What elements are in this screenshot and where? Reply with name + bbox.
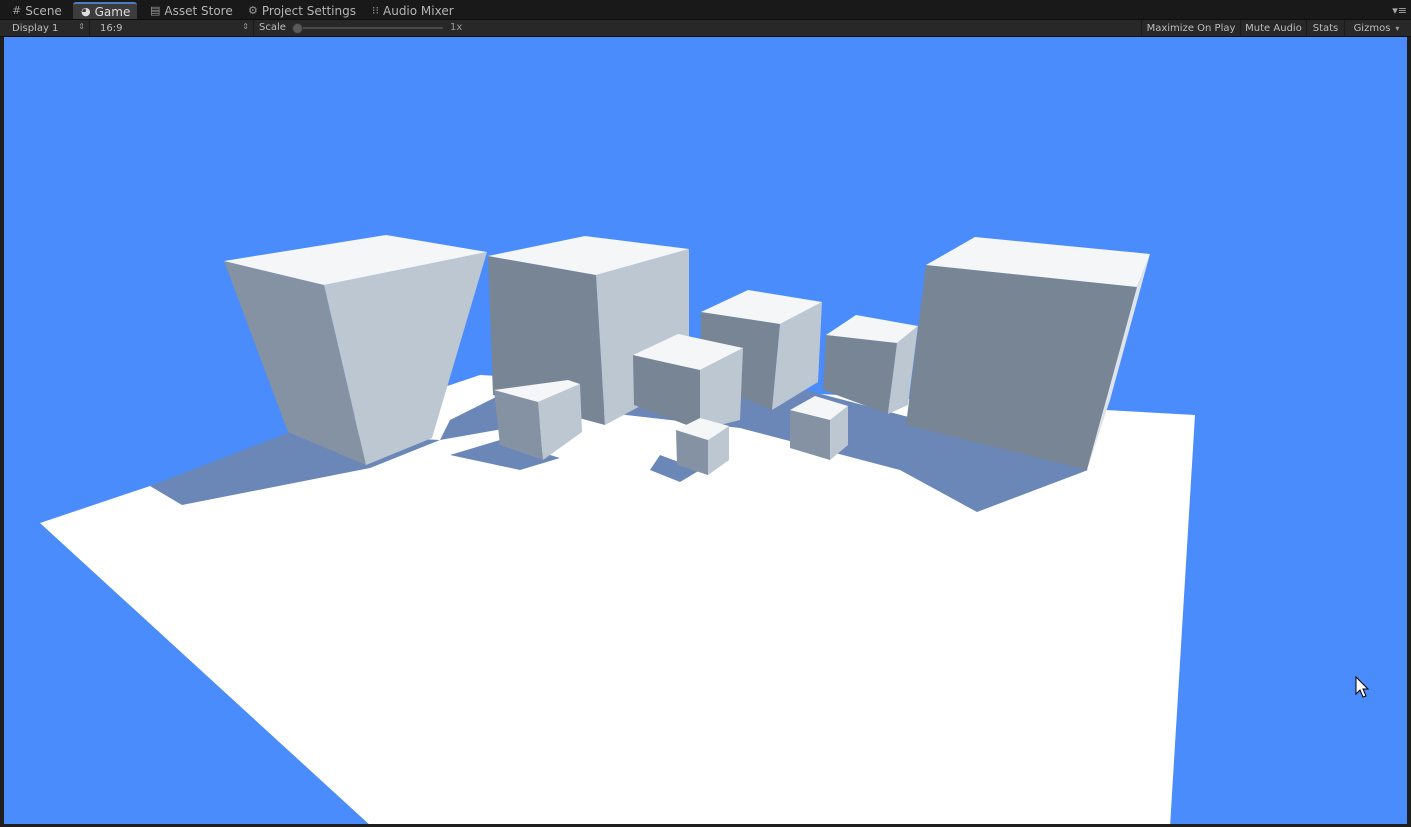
tab-game[interactable]: ◕ Game [73, 2, 137, 19]
mouse-cursor-icon [1355, 675, 1370, 698]
cube-small-right [790, 396, 848, 460]
scale-label: Scale [259, 22, 286, 33]
game-pacman-icon: ◕ [81, 5, 91, 18]
tab-audio-mixer[interactable]: ⁝⁝ Audio Mixer [364, 2, 462, 19]
mixer-sliders-icon: ⁝⁝ [372, 4, 379, 17]
aspect-dropdown[interactable]: 16:9 ⇕ [92, 20, 254, 36]
aspect-dropdown-label: 16:9 [100, 22, 123, 34]
tab-game-label: Game [94, 4, 131, 19]
editor-tab-bar: # Scene ◕ Game ▤ Asset Store ⚙ Project S… [0, 0, 1411, 20]
tab-scene-label: Scene [25, 3, 62, 18]
tab-menu-icon[interactable]: ▾≡ [1392, 4, 1407, 17]
mute-audio-toggle[interactable]: Mute Audio [1240, 20, 1306, 36]
scale-slider-track[interactable] [293, 27, 443, 29]
tab-project-settings[interactable]: ⚙ Project Settings [240, 2, 364, 19]
scale-value: 1x [450, 22, 463, 33]
scene-grid-icon: # [12, 4, 22, 17]
gizmos-label: Gizmos [1353, 22, 1391, 34]
asset-store-bag-icon: ▤ [150, 4, 161, 17]
game-toolbar: Display 1 ⇕ 16:9 ⇕ Scale 1x Maximize On … [0, 20, 1411, 37]
maximize-on-play-toggle[interactable]: Maximize On Play [1141, 20, 1240, 36]
gear-icon: ⚙ [248, 4, 258, 17]
mute-audio-label: Mute Audio [1245, 22, 1302, 34]
tab-scene[interactable]: # Scene [4, 2, 70, 19]
display-dropdown-label: Display 1 [12, 22, 59, 34]
maximize-on-play-label: Maximize On Play [1146, 22, 1236, 34]
dropdown-arrows-icon: ⇕ [242, 22, 249, 31]
game-viewport[interactable] [4, 37, 1407, 824]
tab-asset-store[interactable]: ▤ Asset Store [142, 2, 241, 19]
chevron-down-icon: ▾ [1395, 23, 1400, 33]
dropdown-arrows-icon: ⇕ [78, 22, 85, 31]
scale-slider-knob[interactable] [292, 23, 303, 34]
tab-asset-store-label: Asset Store [164, 3, 233, 18]
stats-label: Stats [1312, 22, 1339, 34]
gizmos-dropdown[interactable]: Gizmos ▾ [1344, 20, 1408, 36]
tab-audio-mixer-label: Audio Mixer [383, 3, 454, 18]
stats-toggle[interactable]: Stats [1306, 20, 1344, 36]
tab-project-settings-label: Project Settings [261, 3, 356, 18]
display-dropdown[interactable]: Display 1 ⇕ [4, 20, 90, 36]
